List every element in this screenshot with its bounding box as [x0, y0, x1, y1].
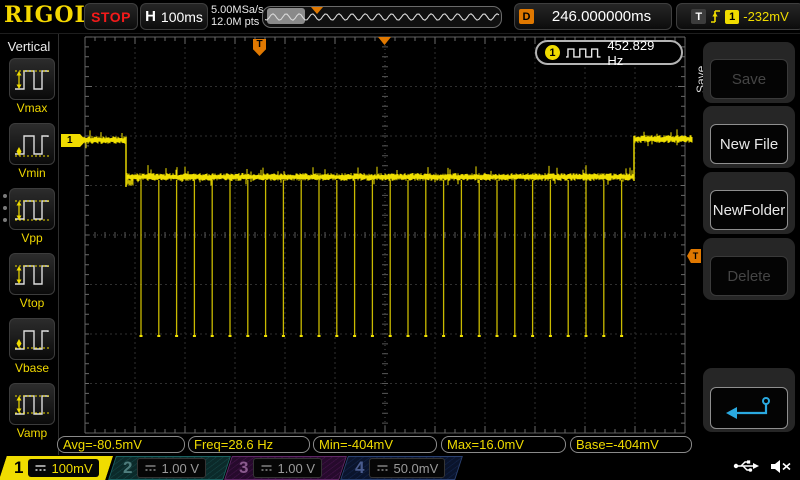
delay-label: D — [519, 9, 534, 24]
rigol-logo: RIGOL — [4, 2, 91, 28]
delete-button[interactable]: Delete — [710, 256, 788, 296]
preview-sine-icon — [263, 7, 501, 27]
sidebar-item-label: Vmin — [9, 166, 55, 180]
delay-value: 246.000000ms — [540, 8, 663, 25]
square-wave-icon — [565, 46, 603, 59]
channel2-scale: 1.00 V — [161, 461, 199, 476]
memory-depth: 12.0M pts — [211, 16, 264, 28]
measure-min: Min=-404mV — [313, 436, 437, 453]
sidebar-item-label: Vmax — [9, 101, 55, 115]
sidebar-item-label: Vamp — [9, 426, 55, 440]
usb-icon — [733, 458, 760, 474]
vmax-icon — [13, 63, 51, 95]
sidebar-title: Vertical — [0, 39, 58, 54]
sidebar-item-label: Vpp — [9, 231, 55, 245]
speaker-muted-icon — [770, 459, 792, 474]
scope-graticule-and-trace — [0, 0, 800, 480]
sample-rate-readout: 5.00MSa/s 12.0M pts — [211, 4, 264, 28]
vtop-icon — [13, 258, 51, 290]
new-file-button[interactable]: New File — [710, 124, 788, 164]
sidebar-item-vbase[interactable]: Vbase — [9, 318, 55, 375]
top-status-bar: RIGOL STOP H 100ms 5.00MSa/s 12.0M pts D… — [0, 0, 800, 34]
memory-waveform-preview[interactable] — [262, 6, 502, 28]
channel1-chip[interactable]: 1 100mV — [0, 456, 113, 480]
scroll-indicator-dot — [3, 206, 7, 210]
channel4-number: 4 — [355, 458, 364, 478]
frequency-counter-box: 1 452.829 Hz — [535, 40, 683, 65]
measure-freq: Freq=28.6 Hz — [188, 436, 310, 453]
channel1-number: 1 — [14, 458, 23, 478]
channel1-scale: 100mV — [51, 461, 92, 476]
oscilloscope-screen: RIGOL STOP H 100ms 5.00MSa/s 12.0M pts D… — [0, 0, 800, 480]
vmin-icon — [13, 128, 51, 160]
return-arrow-icon — [720, 395, 778, 421]
timebase-value: 100ms — [161, 9, 203, 25]
channel4-chip[interactable]: 4 50.0mV — [340, 456, 463, 480]
menu-group-save: Save — [703, 42, 795, 103]
sidebar-item-vmax[interactable]: Vmax — [9, 58, 55, 115]
save-menu-panel: Save Save New File NewFolder Delete — [695, 33, 800, 455]
measure-max: Max=16.0mV — [441, 436, 566, 453]
measure-sidebar: Vertical Vmax Vmin Vpp Vtop Vbase Vamp — [0, 33, 59, 456]
sidebar-item-vpp[interactable]: Vpp — [9, 188, 55, 245]
back-button[interactable] — [710, 387, 788, 429]
measure-base: Base=-404mV — [570, 436, 692, 453]
sidebar-item-label: Vbase — [9, 361, 55, 375]
sample-rate: 5.00MSa/s — [211, 4, 264, 16]
sidebar-item-vamp[interactable]: Vamp — [9, 383, 55, 440]
trigger-level-value: -232mV — [743, 9, 789, 24]
menu-group-new-folder: NewFolder — [703, 172, 795, 234]
trigger-readout-box[interactable]: T 1 -232mV — [676, 3, 800, 30]
trigger-source-badge: 1 — [725, 10, 739, 24]
save-button[interactable]: Save — [710, 59, 788, 99]
sidebar-item-label: Vtop — [9, 296, 55, 310]
scroll-indicator-dot — [3, 218, 7, 222]
new-folder-button[interactable]: NewFolder — [710, 190, 788, 230]
trigger-label: T — [691, 9, 706, 24]
delay-readout-box[interactable]: D 246.000000ms — [514, 3, 672, 30]
vbase-icon — [13, 323, 51, 355]
menu-group-new-file: New File — [703, 106, 795, 168]
channel3-scale: 1.00 V — [277, 461, 315, 476]
dc-coupling-icon — [144, 463, 157, 473]
scroll-indicator-dot — [3, 194, 7, 198]
horizontal-label: H — [145, 8, 156, 25]
trigger-slope-icon — [710, 8, 721, 25]
channel2-number: 2 — [123, 458, 132, 478]
channel-status-bar: 1 100mV 2 1.00 V — [0, 455, 800, 480]
run-stop-status[interactable]: STOP — [84, 3, 138, 30]
counter-frequency-value: 452.829 Hz — [607, 38, 673, 68]
vpp-icon — [13, 193, 51, 225]
horizontal-timebase-box[interactable]: H 100ms — [140, 3, 208, 30]
menu-group-delete: Delete — [703, 238, 795, 300]
channel2-chip[interactable]: 2 1.00 V — [108, 456, 231, 480]
measure-avg: Avg=-80.5mV — [57, 436, 185, 453]
channel4-scale: 50.0mV — [393, 461, 438, 476]
channel3-number: 3 — [239, 458, 248, 478]
counter-channel-badge: 1 — [545, 45, 560, 60]
dc-coupling-icon — [260, 463, 273, 473]
vamp-icon — [13, 388, 51, 420]
dc-coupling-icon — [376, 463, 389, 473]
menu-group-back — [703, 368, 795, 432]
channel3-chip[interactable]: 3 1.00 V — [224, 456, 347, 480]
dc-coupling-icon — [34, 463, 47, 473]
sidebar-item-vtop[interactable]: Vtop — [9, 253, 55, 310]
sidebar-item-vmin[interactable]: Vmin — [9, 123, 55, 180]
